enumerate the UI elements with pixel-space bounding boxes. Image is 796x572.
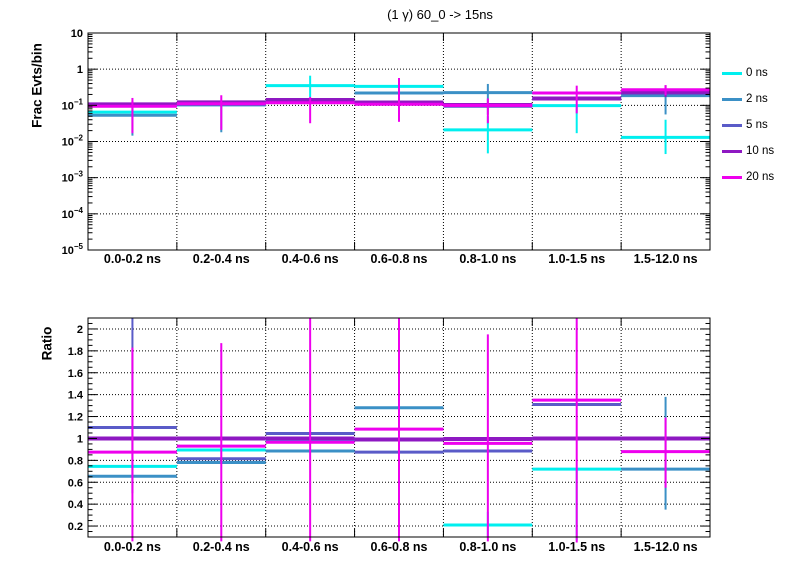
legend-label: 10 ns <box>746 145 774 157</box>
top-xtick-labels: 0.0-0.2 ns 0.2-0.4 ns 0.4-0.6 ns 0.6-0.8 ns… <box>104 252 698 266</box>
top-ytick-labels: 10 1 10−1 10−2 10−3 10−4 10−5 <box>62 28 84 257</box>
top-grid <box>88 33 710 250</box>
bin-label: 0.0-0.2 ns <box>104 540 161 554</box>
ytick-label: 1.4 <box>68 390 84 402</box>
ytick-label: 1.6 <box>68 368 83 380</box>
legend-line-swatch <box>722 72 742 75</box>
bin-label: 0.6-0.8 ns <box>371 252 428 266</box>
legend-entry-5ns: 5 ns <box>722 112 796 138</box>
legend-line-swatch <box>722 150 742 153</box>
legend-label: 5 ns <box>746 119 768 131</box>
ytick-label: 10−5 <box>62 242 84 257</box>
ytick-label: 1.2 <box>68 412 83 424</box>
legend-line-swatch <box>722 98 742 101</box>
legend-line-swatch <box>722 176 742 179</box>
bin-label: 0.8-1.0 ns <box>459 540 516 554</box>
legend-entry-10ns: 10 ns <box>722 138 796 164</box>
bottom-ytick-labels: 0.2 0.4 0.6 0.8 1 1.2 1.4 1.6 1.8 2 <box>68 324 84 533</box>
ytick-label: 1.8 <box>68 346 83 358</box>
bin-label: 1.0-1.5 ns <box>548 540 605 554</box>
legend-entry-0ns: 0 ns <box>722 60 796 86</box>
bottom-xtick-labels: 0.0-0.2 ns 0.2-0.4 ns 0.4-0.6 ns 0.6-0.8 ns… <box>104 540 698 554</box>
ytick-label: 10−1 <box>62 97 84 112</box>
legend-label: 20 ns <box>746 171 774 183</box>
ytick-label: 10 <box>71 28 83 40</box>
bin-label: 1.0-1.5 ns <box>548 252 605 266</box>
bin-label: 0.2-0.4 ns <box>193 540 250 554</box>
legend-label: 2 ns <box>746 93 768 105</box>
bin-label: 0.2-0.4 ns <box>193 252 250 266</box>
ytick-label: 1 <box>77 433 83 445</box>
ytick-label: 0.6 <box>68 477 83 489</box>
bottom-series-20ns <box>88 318 710 542</box>
top-panel: 10 1 10−1 10−2 10−3 10−4 10−5 0.0-0.2 ns 0.2-0.4… <box>62 28 710 266</box>
ytick-label: 2 <box>77 324 83 336</box>
bin-label: 1.5-12.0 ns <box>634 540 698 554</box>
ytick-label: 0.2 <box>68 521 83 533</box>
bin-label: 0.6-0.8 ns <box>371 540 428 554</box>
bottom-panel: 0.2 0.4 0.6 0.8 1 1.2 1.4 1.6 1.8 2 0.0-0.2 ns 0.2-… <box>68 318 710 554</box>
bin-label: 0.4-0.6 ns <box>282 540 339 554</box>
ytick-label: 0.4 <box>68 499 84 511</box>
bin-label: 1.5-12.0 ns <box>634 252 698 266</box>
legend-line-swatch <box>722 124 742 127</box>
legend-entry-2ns: 2 ns <box>722 86 796 112</box>
bin-label: 0.8-1.0 ns <box>459 252 516 266</box>
ytick-label: 10−3 <box>62 170 84 185</box>
root-canvas: (1 γ) 60_0 -> 15ns Frac Evts/bin Ratio 1… <box>0 0 796 572</box>
ytick-label: 10−2 <box>62 134 84 149</box>
legend-label: 0 ns <box>746 67 768 79</box>
ytick-label: 10−4 <box>62 206 84 221</box>
legend-entry-20ns: 20 ns <box>722 164 796 190</box>
plots-svg: 10 1 10−1 10−2 10−3 10−4 10−5 0.0-0.2 ns 0.2-0.4… <box>0 0 796 572</box>
bin-label: 0.0-0.2 ns <box>104 252 161 266</box>
bin-label: 0.4-0.6 ns <box>282 252 339 266</box>
legend: 0 ns 2 ns 5 ns 10 ns 20 ns <box>722 60 796 190</box>
ytick-label: 0.8 <box>68 455 83 467</box>
ytick-label: 1 <box>77 64 83 76</box>
